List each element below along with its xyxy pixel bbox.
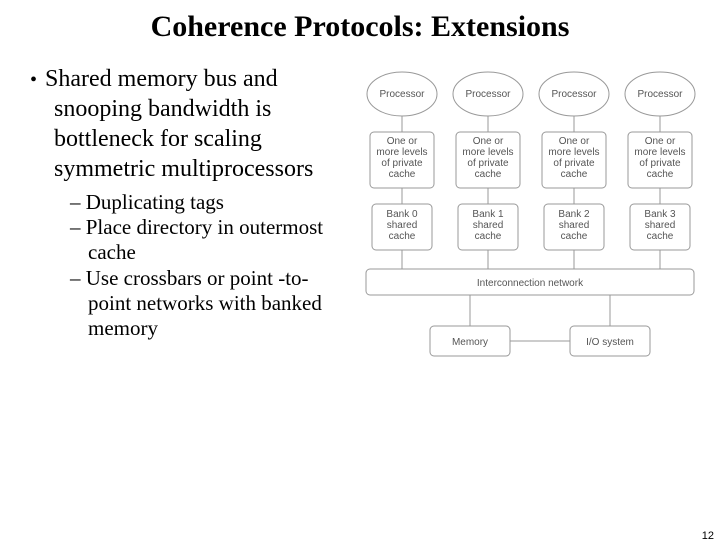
sub-bullet-1: – Duplicating tags — [70, 190, 350, 215]
io-label: I/O system — [586, 337, 634, 348]
processor-group: Processor Processor Processor Processor — [367, 72, 695, 116]
sub-bullet-2-text: Place directory in outermost cache — [86, 215, 323, 264]
content-row: •Shared memory bus and snooping bandwidt… — [0, 64, 720, 429]
page-number: 12 — [702, 530, 714, 542]
sub-bullets: – Duplicating tags – Place directory in … — [30, 190, 350, 341]
slide-title: Coherence Protocols: Extensions — [0, 10, 720, 44]
bank-label-2: Bank 2sharedcache — [558, 209, 590, 242]
processor-label-3: Processor — [637, 89, 683, 100]
architecture-diagram: Processor Processor Processor Processor … — [360, 64, 700, 429]
private-cache-group: One ormore levelsof privatecache One orm… — [370, 132, 692, 188]
main-bullet-text: Shared memory bus and snooping bandwidth… — [45, 66, 313, 182]
main-bullet: •Shared memory bus and snooping bandwidt… — [30, 64, 350, 184]
text-column: •Shared memory bus and snooping bandwidt… — [30, 64, 350, 341]
memory-label: Memory — [452, 337, 488, 348]
sub-bullet-3: – Use crossbars or point -to-point netwo… — [70, 266, 350, 342]
sub-bullet-2: – Place directory in outermost cache — [70, 215, 350, 265]
processor-label-0: Processor — [379, 89, 425, 100]
bank-group: Bank 0sharedcache Bank 1sharedcache Bank… — [372, 204, 690, 250]
processor-label-2: Processor — [551, 89, 597, 100]
bank-label-0: Bank 0sharedcache — [386, 209, 418, 242]
sub-bullet-3-text: Use crossbars or point -to-point network… — [86, 266, 322, 340]
diagram-svg: Processor Processor Processor Processor … — [360, 64, 700, 424]
bank-label-3: Bank 3sharedcache — [644, 209, 676, 242]
sub-bullet-1-text: Duplicating tags — [86, 190, 224, 214]
processor-label-1: Processor — [465, 89, 511, 100]
interconnect-label: Interconnection network — [477, 278, 584, 289]
bank-label-1: Bank 1sharedcache — [472, 209, 504, 242]
